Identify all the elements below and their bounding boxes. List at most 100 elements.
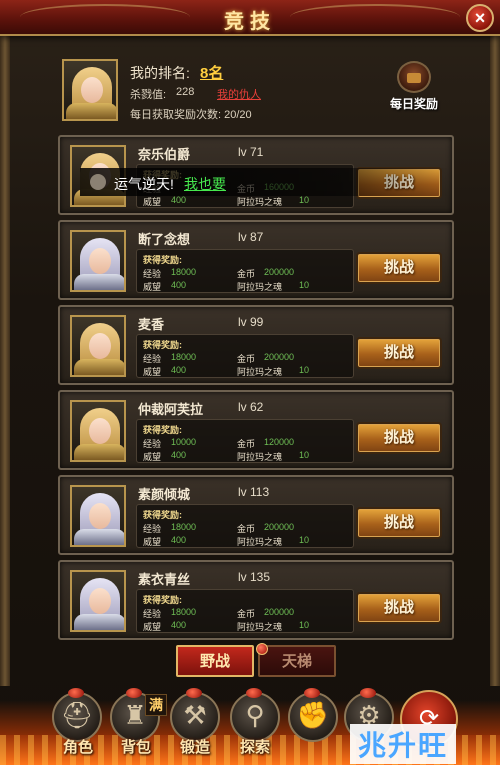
gold-value: 120000 <box>264 437 295 447</box>
soul-value: 10 <box>299 280 310 290</box>
nav-explore-button[interactable]: ⚲ <box>230 688 280 742</box>
chat-message: 运气逆天! <box>114 176 174 192</box>
prestige-label: 威望 <box>143 367 162 377</box>
notification-gem-icon <box>246 688 262 698</box>
gold-value: 200000 <box>264 267 295 277</box>
chat-speaker-icon <box>90 174 106 190</box>
gold-label: 金币 <box>237 439 256 449</box>
tab-ladder-label: 天梯 <box>281 653 312 670</box>
gold-label: 金币 <box>237 609 256 619</box>
daily-reward-button[interactable]: 每日奖励 <box>385 57 443 117</box>
soul-label: 阿拉玛之魂 <box>237 282 283 292</box>
opponent-avatar <box>70 400 126 462</box>
notification-gem-icon <box>68 688 84 698</box>
challenge-button[interactable]: 挑战 <box>356 337 442 369</box>
prestige-value: 400 <box>171 450 187 460</box>
opponent-card: 素衣青丝 lv 135 获得奖励: 经验 18000 金币 200000 威望 … <box>58 560 454 640</box>
exp-label: 经验 <box>143 439 162 449</box>
gold-value: 200000 <box>264 607 295 617</box>
opponent-avatar <box>70 485 126 547</box>
gold-value: 200000 <box>264 522 295 532</box>
challenge-button[interactable]: 挑战 <box>356 592 442 624</box>
opponent-level: lv 71 <box>238 145 264 159</box>
soul-value: 10 <box>299 365 310 375</box>
nav-explore-label: 探索 <box>239 739 270 756</box>
nav-forge-label: 锻造 <box>179 739 210 756</box>
reward-title: 获得奖励: <box>143 510 182 520</box>
reward-box: 获得奖励: 经验 18000 金币 200000 威望 400 阿拉玛之魂 10 <box>136 504 354 548</box>
magnifier-icon: ⚲ <box>245 700 265 730</box>
soul-value: 10 <box>299 450 310 460</box>
opponent-level: lv 135 <box>238 570 271 584</box>
nav-forge-button[interactable]: ⚒ <box>170 688 220 742</box>
reward-box: 获得奖励: 经验 18000 金币 200000 威望 400 阿拉玛之魂 10 <box>136 334 354 378</box>
opponent-level: lv 87 <box>238 230 264 244</box>
anvil-icon: ⚒ <box>183 700 207 730</box>
opponent-avatar <box>70 230 126 292</box>
bag-full-badge: 满 <box>145 694 167 716</box>
reward-title: 获得奖励: <box>143 255 182 265</box>
daily-reward-label: 每日奖励 <box>389 97 438 111</box>
notification-gem-icon <box>186 688 202 698</box>
tab-ladder[interactable]: 天梯 <box>256 643 336 677</box>
exp-value: 18000 <box>171 522 197 532</box>
notification-gem-icon <box>304 688 320 698</box>
reward-box: 获得奖励: 经验 18000 金币 200000 威望 400 阿拉玛之魂 10 <box>136 589 354 633</box>
opponent-level: lv 62 <box>238 400 264 414</box>
gold-value: 200000 <box>264 352 295 362</box>
nav-character-label: 角色 <box>62 739 93 756</box>
soul-label: 阿拉玛之魂 <box>237 622 283 632</box>
exp-value: 10000 <box>171 437 197 447</box>
prestige-value: 400 <box>171 280 187 290</box>
soul-label: 阿拉玛之魂 <box>237 452 283 462</box>
my-enemies-link[interactable]: 我的仇人 <box>217 86 261 102</box>
close-button[interactable]: × <box>466 4 494 32</box>
nav-equipment-button[interactable]: ✊ <box>288 688 338 742</box>
challenge-button[interactable]: 挑战 <box>356 252 442 284</box>
opponent-name: 素衣青丝 <box>138 572 191 587</box>
opponent-card: 麦香 lv 99 获得奖励: 经验 18000 金币 200000 威望 400… <box>58 305 454 385</box>
chat-join-link[interactable]: 我也要 <box>184 174 226 194</box>
challenge-button[interactable]: 挑战 <box>356 507 442 539</box>
ladder-gem-icon <box>256 643 268 655</box>
soul-value: 10 <box>299 620 310 630</box>
exp-label: 经验 <box>143 269 162 279</box>
prestige-label: 威望 <box>143 197 162 207</box>
exp-value: 18000 <box>171 267 197 277</box>
my-rank-label: 我的排名: <box>130 65 190 81</box>
prestige-label: 威望 <box>143 282 162 292</box>
opponent-avatar <box>70 570 126 632</box>
kill-value: 228 <box>176 86 195 98</box>
soul-label: 阿拉玛之魂 <box>237 197 283 207</box>
exp-value: 18000 <box>171 607 197 617</box>
opponent-card: 仲裁阿芙拉 lv 62 获得奖励: 经验 10000 金币 120000 威望 … <box>58 390 454 470</box>
exp-label: 经验 <box>143 609 162 619</box>
opponent-name: 麦香 <box>138 317 165 332</box>
challenge-button[interactable]: 挑战 <box>356 422 442 454</box>
reward-title: 获得奖励: <box>143 595 182 605</box>
prestige-label: 威望 <box>143 452 162 462</box>
opponent-avatar <box>70 315 126 377</box>
reward-title: 获得奖励: <box>143 340 182 350</box>
nav-character-button[interactable]: ⛑ <box>52 688 102 742</box>
opponent-name: 仲裁阿芙拉 <box>138 402 204 417</box>
opponent-name: 断了念想 <box>138 232 191 247</box>
prestige-label: 威望 <box>143 537 162 547</box>
prestige-value: 400 <box>171 535 187 545</box>
opponent-name: 奈乐伯爵 <box>138 147 191 162</box>
soul-value: 10 <box>299 195 310 205</box>
kill-value-label: 杀戮值: <box>130 89 167 101</box>
reward-box: 获得奖励: 经验 18000 金币 200000 威望 400 阿拉玛之魂 10 <box>136 249 354 293</box>
site-watermark: 兆升旺 <box>350 724 457 764</box>
frame-border-right <box>490 36 500 686</box>
gold-label: 金币 <box>237 524 256 534</box>
window-header: 竞技 × <box>0 0 500 36</box>
my-rank-value: 8名 <box>200 65 224 82</box>
my-avatar <box>62 59 118 121</box>
soul-value: 10 <box>299 535 310 545</box>
reward-box: 获得奖励: 经验 10000 金币 120000 威望 400 阿拉玛之魂 10 <box>136 419 354 463</box>
tab-wild-battle[interactable]: 野战 <box>176 645 254 677</box>
prestige-label: 威望 <box>143 622 162 632</box>
reward-title: 获得奖励: <box>143 425 182 435</box>
exp-label: 经验 <box>143 354 162 364</box>
